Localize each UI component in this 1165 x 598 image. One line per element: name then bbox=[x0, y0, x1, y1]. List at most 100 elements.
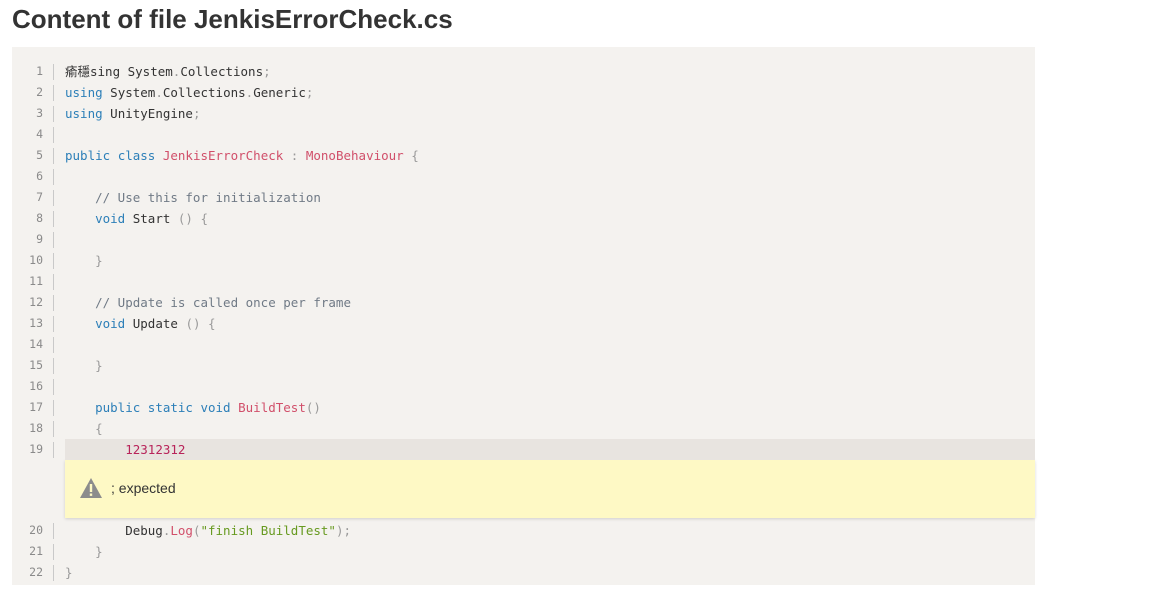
code-token: MonoBehaviour bbox=[305, 148, 404, 163]
gutter-divider bbox=[53, 211, 54, 227]
gutter-divider bbox=[53, 190, 54, 206]
code-token: JenkisErrorCheck bbox=[162, 148, 284, 163]
code-line: 22} bbox=[12, 562, 1035, 583]
line-number: 4 bbox=[36, 127, 43, 141]
code-token: Debug bbox=[65, 523, 163, 538]
line-number: 10 bbox=[29, 253, 43, 267]
gutter-divider bbox=[53, 127, 54, 143]
code-token: () bbox=[305, 400, 321, 415]
gutter-divider bbox=[53, 169, 54, 185]
code-token: Collections bbox=[180, 64, 264, 79]
code-text: 瘉穩sing System.Collections; bbox=[65, 61, 271, 82]
line-number: 12 bbox=[29, 295, 43, 309]
code-line: 16 bbox=[12, 376, 1035, 397]
code-token: : bbox=[283, 148, 306, 163]
line-number: 20 bbox=[29, 523, 43, 537]
code-text: } bbox=[65, 541, 103, 562]
code-token: { bbox=[65, 421, 103, 436]
code-token: class bbox=[117, 148, 156, 163]
gutter-divider bbox=[53, 316, 54, 332]
line-number: 13 bbox=[29, 316, 43, 330]
code-token: ; bbox=[192, 106, 201, 121]
line-number: 14 bbox=[29, 337, 43, 351]
code-line: 9 bbox=[12, 229, 1035, 250]
code-line: 1 瘉穩sing System.Collections; bbox=[12, 61, 1035, 82]
code-token: Log bbox=[170, 523, 193, 538]
code-text: } bbox=[65, 250, 103, 271]
line-number: 2 bbox=[36, 85, 43, 99]
code-token: // Use this for initialization bbox=[65, 190, 321, 205]
code-line: 12 // Update is called once per frame bbox=[12, 292, 1035, 313]
code-line: 6 bbox=[12, 166, 1035, 187]
code-line: 14 bbox=[12, 334, 1035, 355]
code-text: public class JenkisErrorCheck : MonoBeha… bbox=[65, 145, 419, 166]
gutter-divider bbox=[53, 379, 54, 395]
code-text: Debug.Log("finish BuildTest"); bbox=[65, 520, 351, 541]
line-number: 18 bbox=[29, 421, 43, 435]
code-token: static bbox=[147, 400, 193, 415]
line-number: 6 bbox=[36, 169, 43, 183]
line-number: 16 bbox=[29, 379, 43, 393]
code-line-error: 19 12312312 bbox=[12, 439, 1035, 460]
code-viewer: ; expected 1 瘉穩sing System.Collections; 2 u… bbox=[12, 47, 1035, 585]
code-line: 7 // Use this for initialization bbox=[12, 187, 1035, 208]
code-token: void bbox=[95, 316, 126, 331]
code-line: 5 public class JenkisErrorCheck : MonoBeh… bbox=[12, 145, 1035, 166]
line-number: 5 bbox=[36, 148, 43, 162]
code-token: () { bbox=[177, 211, 209, 226]
code-token: UnityEngine bbox=[102, 106, 193, 121]
code-line: 13 void Update () { bbox=[12, 313, 1035, 334]
code-token: } bbox=[65, 253, 103, 268]
code-token: Start bbox=[125, 211, 178, 226]
code-line: 2 using System.Collections.Generic; bbox=[12, 82, 1035, 103]
code-text: using UnityEngine; bbox=[65, 103, 200, 124]
code-token: System bbox=[102, 85, 156, 100]
gutter-divider bbox=[53, 544, 54, 560]
code-token: using bbox=[65, 85, 103, 100]
code-token: Collections bbox=[162, 85, 246, 100]
code-line: 4 bbox=[12, 124, 1035, 145]
code-token: Update bbox=[125, 316, 186, 331]
gutter-divider bbox=[53, 232, 54, 248]
line-number: 15 bbox=[29, 358, 43, 372]
code-line: 17 public static void BuildTest() bbox=[12, 397, 1035, 418]
code-text: 12312312 bbox=[65, 439, 185, 460]
line-number: 19 bbox=[29, 442, 43, 456]
gutter-divider bbox=[53, 421, 54, 437]
gutter-divider bbox=[53, 253, 54, 269]
code-text: { bbox=[65, 418, 103, 439]
code-text: } bbox=[65, 562, 73, 583]
line-number: 1 bbox=[36, 64, 43, 78]
error-line-highlight bbox=[65, 439, 1035, 460]
code-token: Generic bbox=[253, 85, 306, 100]
warning-icon bbox=[80, 478, 102, 498]
line-number: 8 bbox=[36, 211, 43, 225]
code-token: ); bbox=[335, 523, 352, 538]
line-number: 7 bbox=[36, 190, 43, 204]
gutter-divider bbox=[53, 565, 54, 581]
code-token: () { bbox=[185, 316, 216, 331]
page-title: Content of file JenkisErrorCheck.cs bbox=[12, 4, 453, 34]
code-token: ; bbox=[263, 64, 271, 79]
code-text: // Update is called once per frame bbox=[65, 292, 351, 313]
code-token: } bbox=[65, 565, 73, 580]
code-text: } bbox=[65, 355, 103, 376]
code-line: 11 bbox=[12, 271, 1035, 292]
line-number: 17 bbox=[29, 400, 43, 414]
code-token: // Update is called once per frame bbox=[65, 295, 351, 310]
gutter-divider bbox=[53, 358, 54, 374]
code-text: // Use this for initialization bbox=[65, 187, 321, 208]
gutter-divider bbox=[53, 148, 54, 164]
code-token: } bbox=[65, 544, 103, 559]
code-text: public static void BuildTest() bbox=[65, 397, 321, 418]
code-token: public bbox=[95, 400, 141, 415]
code-token: void bbox=[200, 400, 231, 415]
gutter-divider bbox=[53, 400, 54, 416]
code-token: "finish BuildTest" bbox=[200, 523, 336, 538]
code-token: } bbox=[65, 358, 103, 373]
